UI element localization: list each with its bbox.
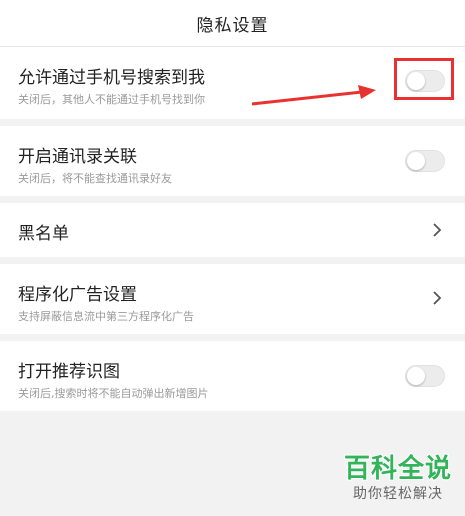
page-title: 隐私设置 — [196, 15, 269, 36]
setting-row-blacklist[interactable]: 黑名单 — [0, 203, 465, 257]
annotation-highlight-box — [394, 58, 454, 100]
watermark-logo: 百科全说 助你轻松解决 — [339, 453, 457, 510]
setting-label: 黑名单 — [18, 224, 69, 244]
setting-row-contacts: 开启通讯录关联 关闭后，将不能查找通讯录好友 — [0, 126, 465, 196]
toggle-knob — [407, 152, 425, 170]
contacts-toggle[interactable] — [405, 150, 445, 172]
chevron-right-icon — [433, 291, 442, 305]
toggle-knob — [407, 367, 425, 385]
setting-label: 程序化广告设置 — [18, 285, 137, 305]
setting-description: 关闭后，其他人不能通过手机号找到你 — [18, 93, 205, 106]
image-recognition-toggle[interactable] — [405, 365, 445, 387]
setting-label: 打开推荐识图 — [18, 362, 120, 382]
chevron-right-icon — [433, 223, 442, 237]
setting-label: 开启通讯录关联 — [18, 147, 137, 167]
annotation-arrow — [251, 85, 376, 106]
watermark-subtitle: 助你轻松解决 — [353, 486, 443, 502]
setting-row-ad-settings[interactable]: 程序化广告设置 支持屏蔽信息流中第三方程序化广告 — [0, 264, 465, 334]
watermark-title: 百科全说 — [343, 453, 452, 485]
setting-description: 关闭后，将不能查找通讯录好友 — [18, 172, 172, 185]
setting-label: 允许通过手机号搜索到我 — [18, 68, 205, 88]
setting-description: 关闭后,搜索时将不能自动弹出新增图片 — [18, 387, 209, 400]
setting-description: 支持屏蔽信息流中第三方程序化广告 — [18, 310, 194, 323]
setting-row-image-recognition: 打开推荐识图 关闭后,搜索时将不能自动弹出新增图片 — [0, 341, 465, 411]
page-header: 隐私设置 — [0, 0, 465, 47]
